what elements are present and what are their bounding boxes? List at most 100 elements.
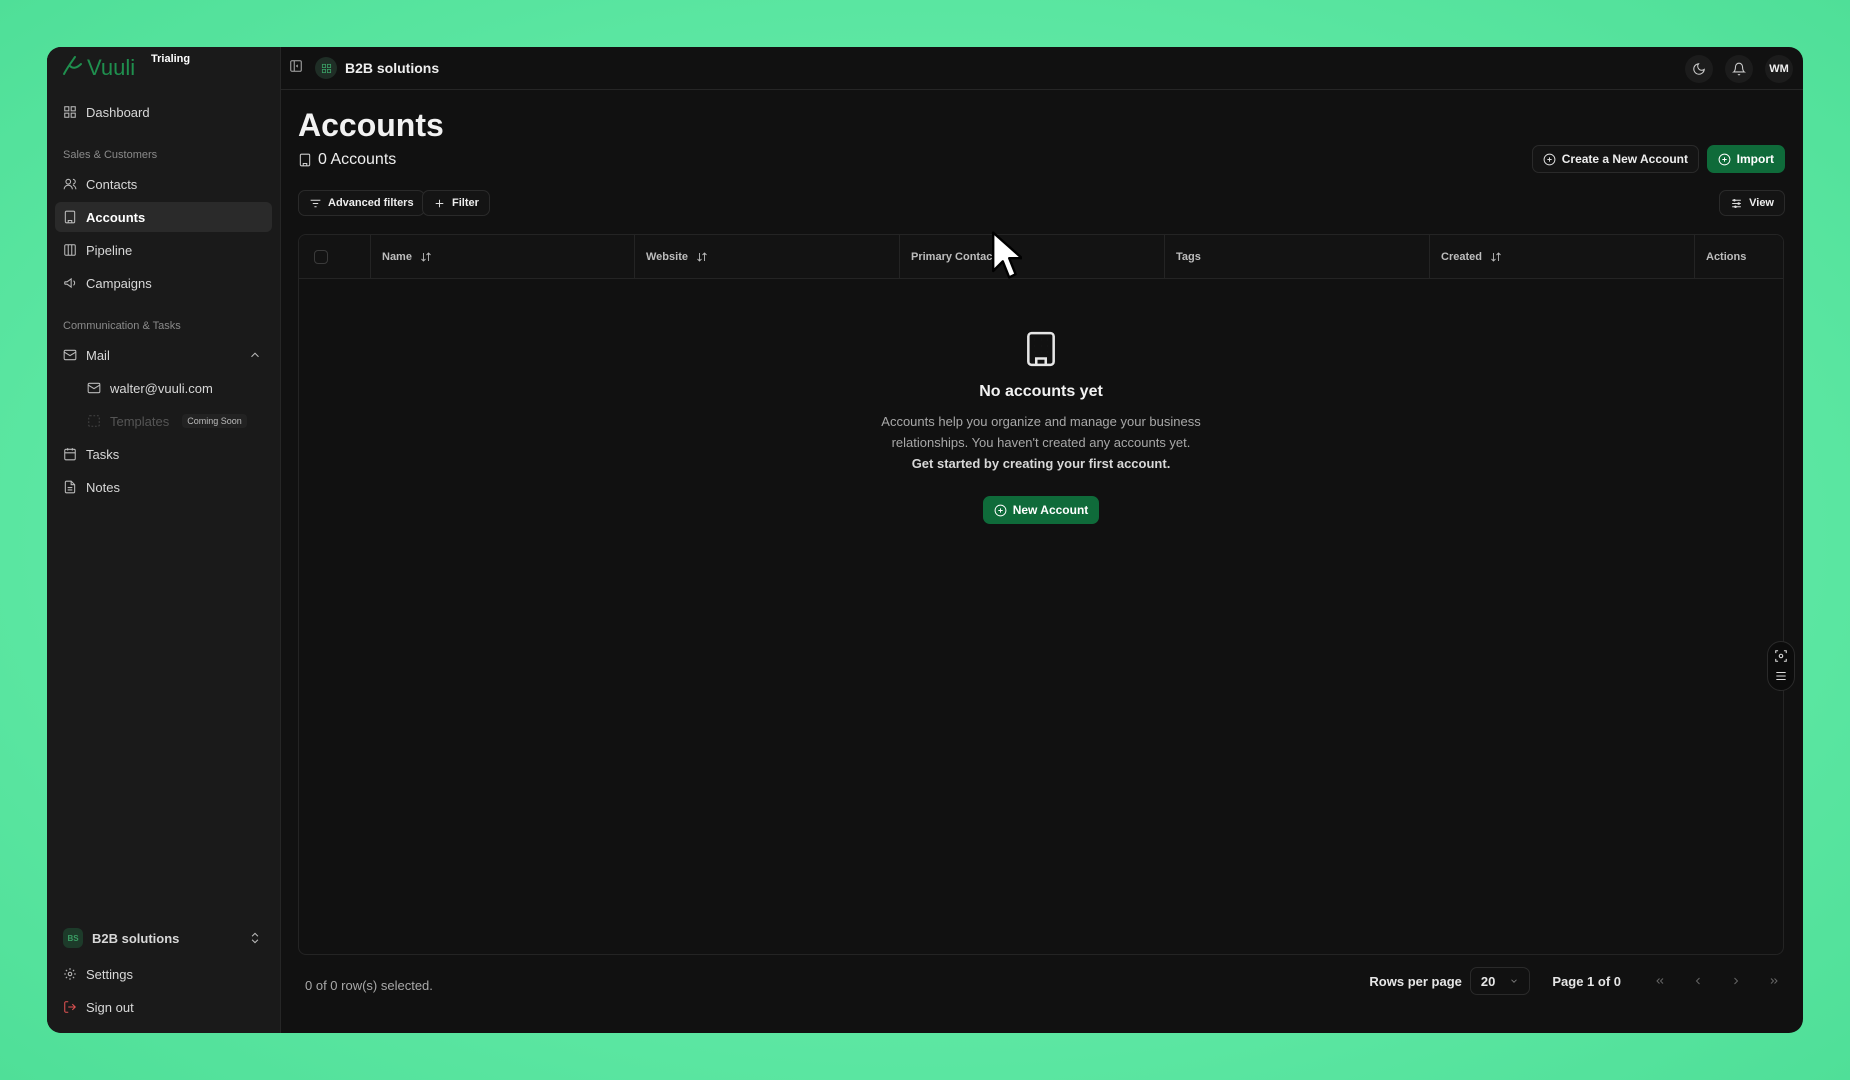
sidebar-item-label: Sign out (86, 999, 134, 1015)
column-primary-contact[interactable]: Primary Contact (900, 235, 1165, 278)
sidebar-item-mailbox[interactable]: walter@vuuli.com (55, 373, 272, 403)
sidebar-item-accounts[interactable]: Accounts (55, 202, 272, 232)
view-button[interactable]: View (1719, 190, 1785, 216)
building-icon (299, 330, 1783, 373)
sort-icon[interactable] (696, 251, 708, 263)
rows-per-page-value: 20 (1480, 973, 1496, 989)
notifications-button[interactable] (1725, 55, 1753, 83)
megaphone-icon (64, 277, 76, 289)
column-actions: Actions (1695, 235, 1783, 278)
pagination: Rows per page 20 Page 1 of 0 (1369, 967, 1789, 995)
advanced-filters-label: Advanced filters (328, 197, 414, 209)
sidebar: Vuuli Trialing Dashboard Sales & Custome… (47, 47, 281, 1033)
chevron-up-icon[interactable] (248, 348, 262, 362)
sidebar-toggle-button[interactable] (289, 59, 303, 78)
sidebar-item-signout[interactable]: Sign out (55, 992, 272, 1022)
sidebar-item-tasks[interactable]: Tasks (55, 439, 272, 469)
empty-cta-text: Get started by creating your first accou… (911, 456, 1171, 471)
sort-icon[interactable] (420, 251, 432, 263)
plus-circle-icon (1543, 153, 1556, 165)
next-page-button[interactable] (1721, 967, 1751, 995)
filter-button[interactable]: Filter (422, 190, 490, 216)
sidebar-toggle-icon (290, 59, 302, 72)
sidebar-item-pipeline[interactable]: Pipeline (55, 235, 272, 265)
sidebar-item-contacts[interactable]: Contacts (55, 169, 272, 199)
column-tags[interactable]: Tags (1165, 235, 1430, 278)
sidebar-item-label: Notes (86, 479, 120, 495)
contacts-icon (63, 178, 77, 190)
accounts-count: 0 Accounts (298, 151, 396, 169)
column-created[interactable]: Created (1430, 235, 1695, 278)
sidebar-item-label: walter@vuuli.com (110, 380, 213, 396)
chevrons-left-icon (1656, 978, 1664, 984)
plus-icon (435, 199, 444, 207)
column-label: Tags (1176, 250, 1201, 263)
empty-title: No accounts yet (979, 383, 1103, 400)
chevron-down-icon (1511, 979, 1518, 983)
selection-status: 0 of 0 row(s) selected. (305, 978, 433, 993)
dashboard-icon (64, 106, 76, 118)
sidebar-item-label: Dashboard (86, 104, 150, 120)
sidebar-item-settings[interactable]: Settings (55, 959, 272, 989)
prev-page-button[interactable] (1683, 967, 1713, 995)
org-switcher[interactable]: BS B2B solutions (55, 923, 272, 953)
plus-circle-icon (994, 504, 1007, 516)
mail-icon (63, 349, 77, 361)
first-page-button[interactable] (1645, 967, 1675, 995)
select-all-checkbox[interactable] (314, 249, 328, 264)
empty-description: Accounts help you organize and manage yo… (871, 411, 1211, 474)
column-label: Created (1441, 250, 1482, 263)
chevron-right-icon (1734, 977, 1739, 985)
chevron-updown-icon (251, 932, 259, 944)
section-label-sales: Sales & Customers (63, 149, 158, 161)
user-avatar[interactable]: WM (1765, 55, 1793, 83)
select-all-cell (299, 235, 371, 278)
list-icon[interactable] (1774, 669, 1788, 683)
brand[interactable]: Vuuli Trialing (55, 47, 272, 89)
sidebar-bottom: BS B2B solutions Settings Sign out (55, 923, 272, 1025)
accounts-table: Name Website Primary Contact Tags Create… (298, 234, 1784, 955)
sidebar-item-label: Accounts (86, 209, 146, 225)
accounts-icon (64, 210, 76, 224)
topbar: B2B solutions WM (281, 47, 1803, 90)
moon-icon (1693, 63, 1705, 75)
column-name[interactable]: Name (371, 235, 635, 278)
sidebar-item-label: Templates (110, 413, 170, 429)
import-button[interactable]: Import (1706, 145, 1785, 173)
filter-lines-icon (310, 199, 321, 207)
org-avatar: BS (63, 928, 83, 948)
accounts-count-label: 0 Accounts (318, 151, 397, 168)
sidebar-item-campaigns[interactable]: Campaigns (55, 268, 272, 298)
new-account-button[interactable]: New Account (982, 496, 1100, 524)
sidebar-item-notes[interactable]: Notes (55, 472, 272, 502)
sidebar-item-label: Contacts (86, 176, 138, 192)
create-account-button[interactable]: Create a New Account (1531, 145, 1699, 173)
page-title: Accounts (298, 107, 444, 143)
chevrons-right-icon (1770, 978, 1778, 984)
rows-per-page-select[interactable]: 20 (1469, 967, 1531, 995)
new-account-label: New Account (1012, 503, 1089, 517)
section-label-communication: Communication & Tasks (63, 320, 181, 332)
trial-badge: Trialing (151, 53, 191, 65)
view-label: View (1749, 197, 1774, 209)
column-website[interactable]: Website (635, 235, 900, 278)
sidebar-item-mail[interactable]: Mail (55, 340, 272, 370)
sort-icon[interactable] (1490, 251, 1502, 263)
theme-toggle-button[interactable] (1685, 55, 1713, 83)
template-icon (88, 415, 100, 427)
import-label: Import (1736, 152, 1774, 166)
calendar-icon (64, 448, 76, 461)
coming-soon-badge: Coming Soon (182, 414, 247, 428)
sidebar-item-label: Mail (86, 347, 110, 363)
bell-icon (1732, 62, 1746, 76)
column-label: Primary Contact (911, 250, 996, 263)
sidebar-item-dashboard[interactable]: Dashboard (55, 97, 272, 127)
sign-out-icon (64, 1001, 76, 1013)
column-label: Actions (1706, 250, 1747, 263)
grid-icon (321, 63, 331, 73)
screenshot-icon[interactable] (1774, 649, 1788, 663)
last-page-button[interactable] (1759, 967, 1789, 995)
empty-description-text: Accounts help you organize and manage yo… (881, 414, 1201, 450)
mouse-cursor-icon (992, 231, 1022, 279)
advanced-filters-button[interactable]: Advanced filters (298, 190, 425, 216)
